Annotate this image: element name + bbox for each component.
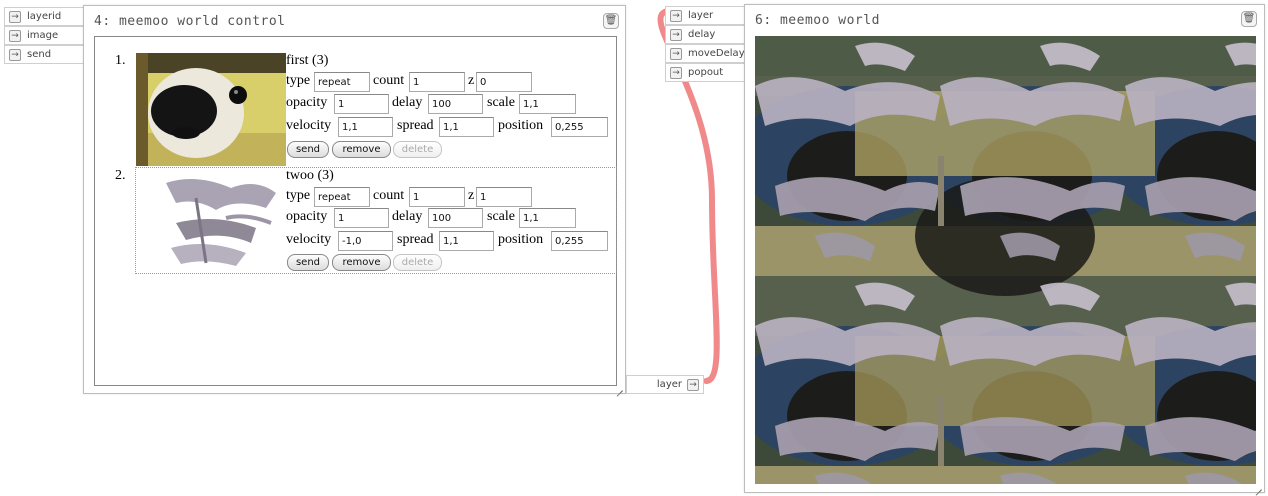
opacity-label: opacity	[286, 209, 328, 224]
opacity-field[interactable]: 1	[334, 208, 389, 228]
scale-label: scale	[487, 209, 515, 224]
delay-field[interactable]: 100	[428, 94, 483, 114]
layer-thumbnail	[136, 168, 286, 273]
scale-field[interactable]: 1,1	[519, 94, 576, 114]
input-port-movedelay[interactable]: → moveDelay	[665, 44, 745, 63]
spread-label: spread	[397, 118, 434, 133]
opacity-label: opacity	[286, 95, 328, 110]
type-label: type	[286, 73, 311, 88]
arrow-right-icon: →	[670, 66, 682, 79]
opacity-field[interactable]: 1	[334, 94, 389, 114]
input-port-layer[interactable]: → layer	[665, 6, 745, 25]
layer-name: twoo (3)	[286, 168, 334, 183]
position-label: position	[498, 232, 544, 247]
list-number: 1.	[115, 53, 126, 68]
node-title: 4: meemoo world control	[94, 14, 286, 29]
trash-icon[interactable]: 🗑	[603, 13, 619, 29]
z-label: z	[468, 73, 475, 88]
position-field[interactable]: 0,255	[551, 117, 608, 137]
arrow-right-icon: →	[670, 47, 682, 60]
resize-grip-icon[interactable]	[1253, 481, 1263, 491]
remove-button[interactable]: remove	[332, 141, 391, 158]
scale-field[interactable]: 1,1	[519, 208, 576, 228]
velocity-label: velocity	[286, 232, 332, 247]
world-canvas[interactable]	[755, 36, 1256, 484]
z-field[interactable]: 1	[476, 187, 532, 207]
world-node[interactable]: 6: meemoo world 🗑	[744, 4, 1265, 493]
type-field[interactable]: repeat	[314, 72, 370, 92]
arrow-right-icon: →	[687, 378, 699, 391]
delay-label: delay	[392, 209, 423, 224]
list-number: 2.	[115, 168, 126, 183]
count-field[interactable]: 1	[409, 187, 465, 207]
arrow-right-icon: →	[9, 10, 21, 23]
input-port-image[interactable]: → image	[4, 26, 84, 45]
velocity-field[interactable]: 1,1	[338, 117, 393, 137]
remove-button[interactable]: remove	[332, 254, 391, 271]
input-port-layerid[interactable]: → layerid	[4, 7, 84, 26]
count-label: count	[373, 73, 405, 88]
z-label: z	[468, 188, 475, 203]
send-button[interactable]: send	[287, 254, 329, 271]
arrow-right-icon: →	[670, 28, 682, 41]
trash-icon[interactable]: 🗑	[1241, 11, 1257, 27]
control-node[interactable]: 4: meemoo world control 🗑 1. first (3) t…	[83, 5, 626, 394]
count-label: count	[373, 188, 405, 203]
input-port-delay[interactable]: → delay	[665, 25, 745, 44]
delete-button[interactable]: delete	[393, 254, 442, 271]
arrow-right-icon: →	[9, 29, 21, 42]
arrow-right-icon: →	[670, 9, 682, 22]
velocity-field[interactable]: -1,0	[338, 231, 393, 251]
input-port-popout[interactable]: → popout	[665, 63, 745, 82]
layer-name: first (3)	[286, 53, 329, 68]
output-port-layer[interactable]: layer →	[626, 375, 704, 394]
velocity-label: velocity	[286, 118, 332, 133]
spread-field[interactable]: 1,1	[439, 117, 494, 137]
spread-field[interactable]: 1,1	[439, 231, 494, 251]
input-port-send[interactable]: → send	[4, 45, 84, 64]
layer-thumbnail	[136, 53, 286, 166]
resize-grip-icon[interactable]	[614, 382, 624, 392]
delay-label: delay	[392, 95, 423, 110]
spread-label: spread	[397, 232, 434, 247]
type-field[interactable]: repeat	[314, 187, 370, 207]
position-field[interactable]: 0,255	[551, 231, 608, 251]
position-label: position	[498, 118, 544, 133]
delete-button[interactable]: delete	[393, 141, 442, 158]
node-title: 6: meemoo world	[755, 13, 880, 28]
send-button[interactable]: send	[287, 141, 329, 158]
arrow-right-icon: →	[9, 48, 21, 61]
delay-field[interactable]: 100	[428, 208, 483, 228]
scale-label: scale	[487, 95, 515, 110]
count-field[interactable]: 1	[409, 72, 465, 92]
layer-list-panel: 1. first (3) type repeat count 1 z 0 opa…	[94, 36, 617, 386]
z-field[interactable]: 0	[476, 72, 532, 92]
type-label: type	[286, 188, 311, 203]
